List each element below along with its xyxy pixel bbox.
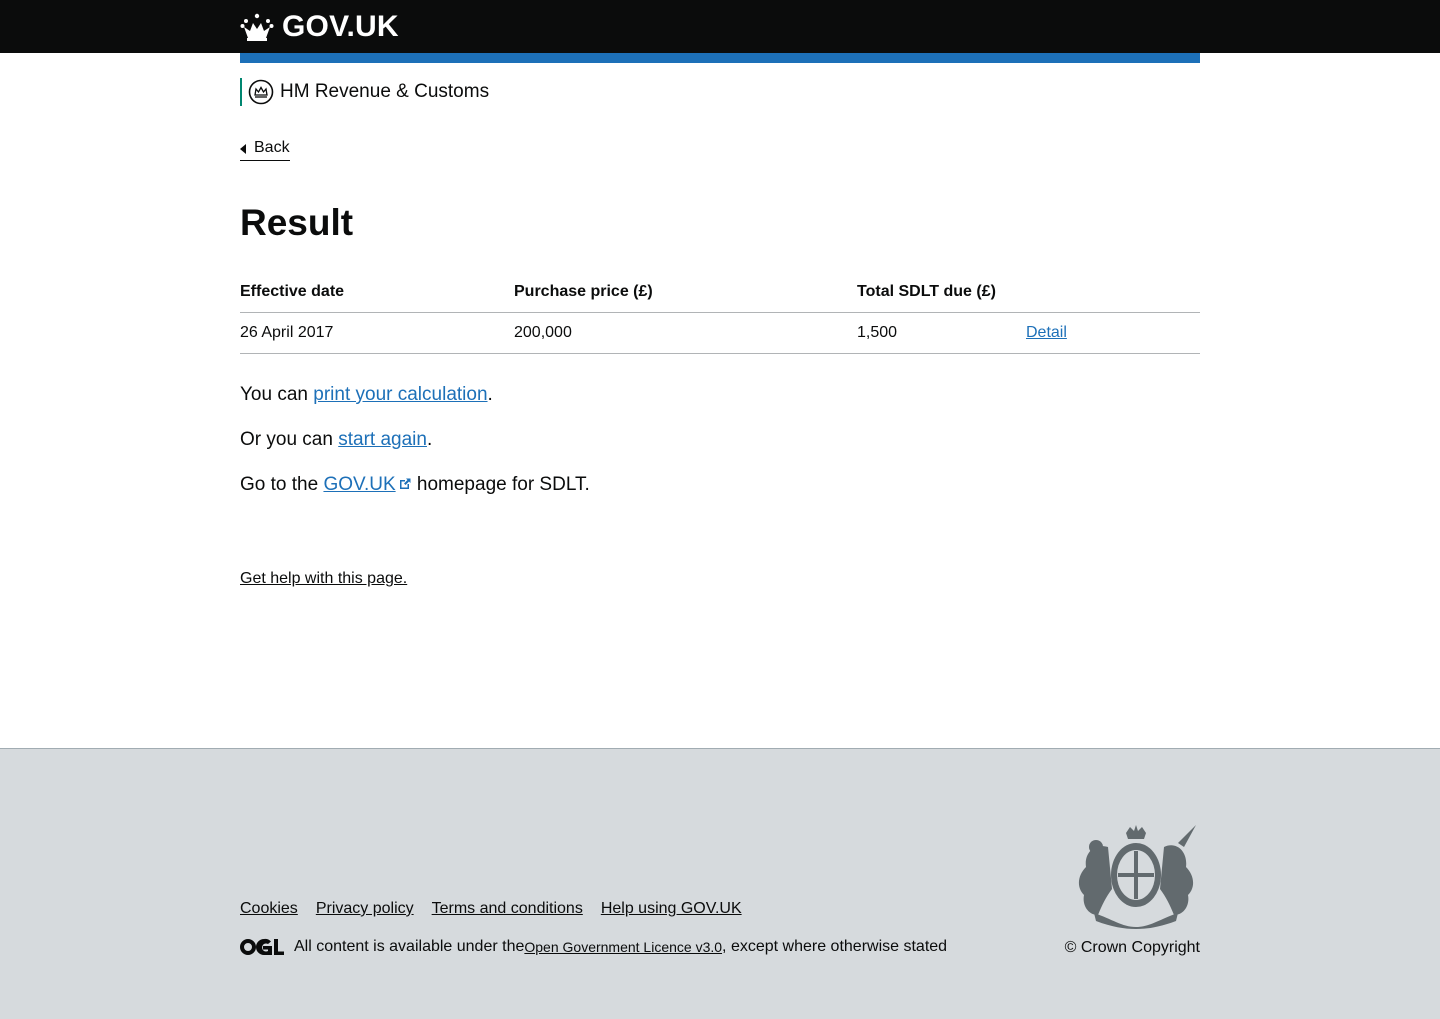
- get-help-link[interactable]: Get help with this page.: [240, 569, 407, 589]
- hmrc-crest-icon: [248, 79, 274, 105]
- page-title: Result: [240, 202, 354, 243]
- crown-copyright: © Crown Copyright: [1064, 939, 1200, 956]
- footer-links: Cookies Privacy policy Terms and conditi…: [240, 899, 742, 919]
- print-suffix: .: [487, 384, 493, 405]
- govuk-homepage-link[interactable]: GOV.UK: [323, 474, 411, 495]
- start-suffix: .: [426, 429, 433, 450]
- licence-prefix: All content is available under the: [294, 938, 525, 955]
- cell-purchase-price: 200,000: [514, 312, 857, 354]
- table-row: 26 April 2017 200,000 1,500 Detail: [240, 312, 1200, 354]
- licence-statement: All content is available under the Open …: [240, 937, 947, 957]
- footer-link-privacy-policy[interactable]: Privacy policy: [316, 899, 414, 919]
- header-blue-bar: [240, 53, 1200, 63]
- detail-link[interactable]: Detail: [1026, 324, 1067, 341]
- result-table: Effective date Purchase price (£) Total …: [240, 272, 1200, 354]
- royal-coat-of-arms: [1078, 825, 1196, 929]
- back-link[interactable]: Back: [240, 137, 290, 161]
- organisation-name: HM Revenue & Customs: [280, 81, 490, 102]
- column-header-purchase-price: Purchase price (£): [514, 272, 857, 313]
- cell-effective-date: 26 April 2017: [240, 312, 514, 354]
- cell-detail: Detail: [1026, 312, 1200, 354]
- govuk-logo-text: GOV.UK: [282, 10, 399, 43]
- govuk-logo-link[interactable]: GOV.UK: [240, 10, 399, 44]
- start-again-link[interactable]: start again: [338, 429, 427, 450]
- column-header-total-sdlt: Total SDLT due (£): [857, 272, 1026, 313]
- start-prefix: Or you can: [240, 429, 339, 450]
- column-header-effective-date: Effective date: [240, 272, 514, 313]
- back-link-label: Back: [254, 139, 290, 156]
- footer-link-terms[interactable]: Terms and conditions: [432, 899, 583, 919]
- external-link-icon: [399, 478, 411, 489]
- footer-link-cookies[interactable]: Cookies: [240, 899, 298, 919]
- print-prefix: You can: [240, 384, 314, 405]
- cell-total-sdlt-due: 1,500: [857, 312, 1026, 354]
- open-government-licence-link[interactable]: Open Government Licence v3.0: [524, 937, 722, 957]
- govuk-suffix: homepage for SDLT.: [411, 474, 590, 495]
- table-header-row: Effective date Purchase price (£) Total …: [240, 272, 1200, 313]
- crown-icon: [240, 13, 274, 41]
- ogl-logo: [240, 938, 284, 955]
- column-header-actions: [1026, 272, 1200, 313]
- footer-link-help-using-govuk[interactable]: Help using GOV.UK: [601, 899, 742, 919]
- licence-suffix: , except where otherwise stated: [722, 938, 948, 955]
- print-paragraph: You can print your calculation.: [240, 382, 493, 407]
- footer: Cookies Privacy policy Terms and conditi…: [0, 748, 1440, 1019]
- start-again-paragraph: Or you can start again.: [240, 427, 432, 452]
- govuk-homepage-link-label: GOV.UK: [323, 474, 396, 495]
- govuk-header: GOV.UK: [0, 0, 1440, 53]
- govuk-homepage-paragraph: Go to the GOV.UK homepage for SDLT.: [240, 472, 590, 497]
- back-chevron-icon: [240, 143, 246, 154]
- govuk-prefix: Go to the: [240, 474, 324, 495]
- print-calculation-link[interactable]: print your calculation: [313, 384, 487, 405]
- organisation-banner: HM Revenue & Customs: [240, 78, 489, 106]
